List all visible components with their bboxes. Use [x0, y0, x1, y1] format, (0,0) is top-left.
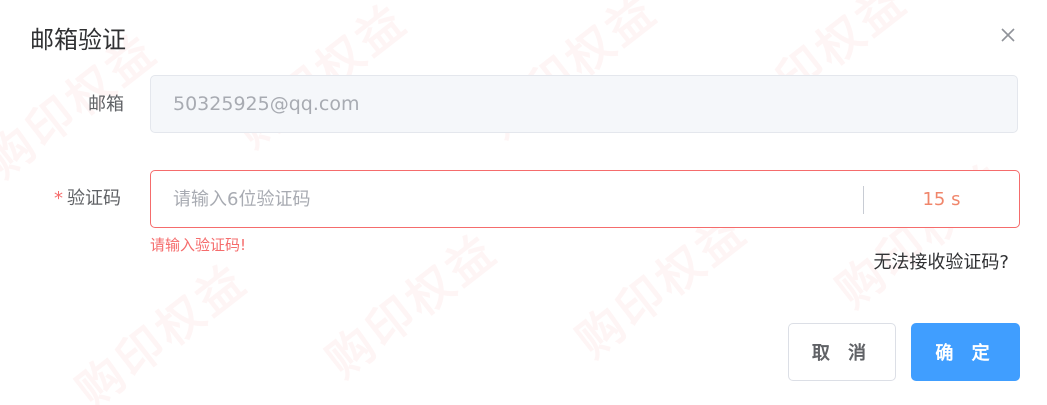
code-label: 验证码: [67, 188, 121, 209]
email-verify-dialog: 邮箱验证 邮箱 *验证码 15 s 请输入验证码! 无法接收验证码? 取 消 确…: [0, 0, 1047, 405]
confirm-button[interactable]: 确 定: [911, 323, 1020, 381]
code-field-wrapper: 15 s: [150, 170, 1020, 228]
resend-countdown[interactable]: 15 s: [864, 171, 1019, 227]
email-field[interactable]: [151, 76, 1017, 132]
code-error-message: 请输入验证码!: [150, 236, 247, 254]
verification-code-input[interactable]: [151, 171, 851, 227]
dialog-title: 邮箱验证: [30, 26, 126, 54]
cannot-receive-code-link[interactable]: 无法接收验证码?: [873, 250, 1009, 276]
close-icon[interactable]: [997, 24, 1019, 46]
required-mark: *: [54, 188, 63, 209]
code-label-wrapper: * 验证码: [54, 187, 121, 211]
email-label: 邮箱: [88, 94, 124, 115]
email-field-wrapper: [150, 75, 1018, 133]
cancel-button[interactable]: 取 消: [788, 323, 896, 381]
